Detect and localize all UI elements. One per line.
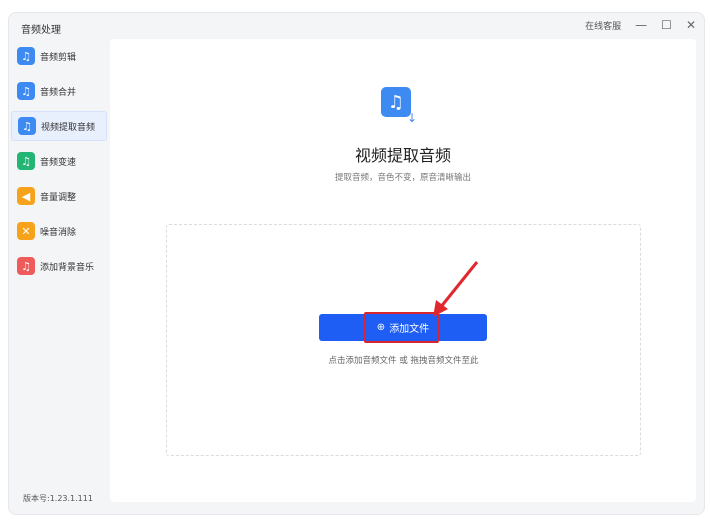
red-arrow-annotation bbox=[0, 0, 710, 522]
